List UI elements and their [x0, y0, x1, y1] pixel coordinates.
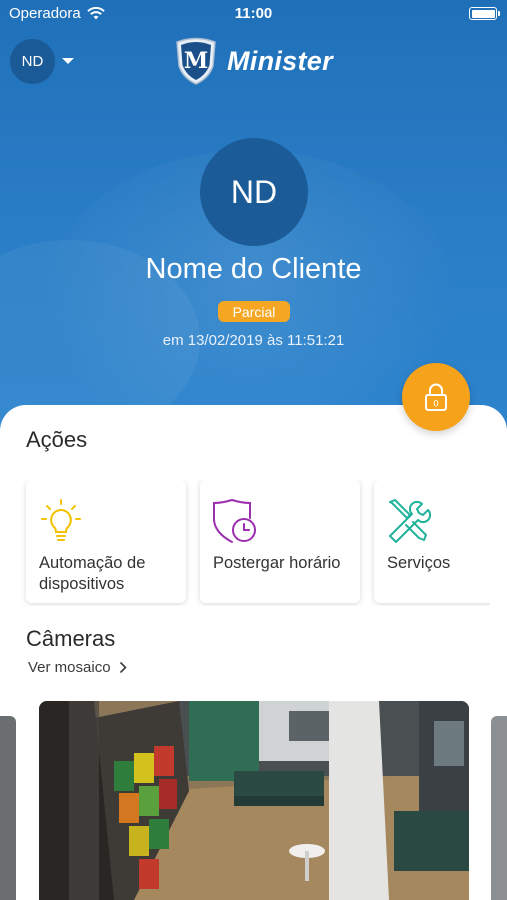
actions-carousel[interactable]: Automação de dispositivos Postergar horá… — [0, 480, 490, 606]
logo-mark: M — [184, 48, 208, 74]
user-avatar-button[interactable]: ND — [10, 39, 55, 84]
client-avatar: ND — [200, 138, 308, 246]
status-badge: Parcial — [218, 301, 290, 322]
chevron-right-icon — [119, 661, 127, 674]
shield-clock-icon — [213, 499, 256, 543]
cameras-section-title: Câmeras — [26, 626, 116, 651]
lock-button[interactable]: 0 — [402, 363, 470, 431]
camera-snapshot-image — [39, 701, 469, 900]
shield-logo-icon: M — [176, 37, 216, 85]
camera-thumbnail-next[interactable] — [491, 716, 507, 900]
action-card-label: Automação de dispositivos — [39, 554, 146, 593]
actions-section-title: Ações — [26, 427, 88, 452]
status-bar: Operadora 11:00 — [0, 0, 507, 28]
tools-icon — [389, 499, 432, 543]
camera-thumbnail-previous[interactable] — [0, 716, 16, 900]
action-card-postpone-schedule[interactable]: Postergar horário — [200, 480, 360, 603]
lightbulb-icon — [41, 499, 81, 541]
client-name: Nome do Cliente — [145, 253, 362, 285]
clock: 11:00 — [234, 5, 273, 22]
status-timestamp: em 13/02/2019 às 11:51:21 — [162, 332, 345, 349]
action-card-label: Serviços — [387, 554, 451, 572]
chevron-down-icon[interactable] — [62, 58, 74, 64]
battery-icon — [469, 7, 500, 20]
camera-feed-preview[interactable] — [39, 701, 469, 900]
action-card-services[interactable]: Serviços — [374, 480, 490, 603]
view-mosaic-label: Ver mosaico — [28, 659, 111, 676]
action-card-label: Postergar horário — [213, 554, 341, 572]
action-card-device-automation[interactable]: Automação de dispositivos — [26, 480, 186, 603]
app-logo: M Minister — [173, 36, 333, 86]
view-mosaic-link[interactable]: Ver mosaico — [28, 659, 127, 676]
logo-text: Minister — [227, 45, 333, 76]
padlock-icon: 0 — [425, 383, 447, 411]
lock-count: 0 — [433, 400, 439, 410]
